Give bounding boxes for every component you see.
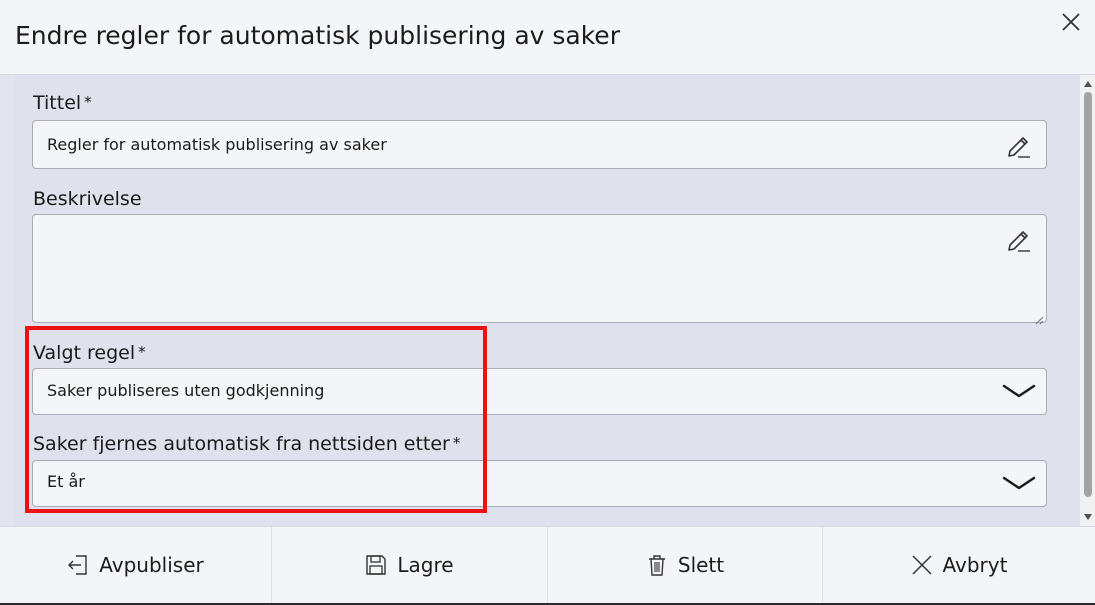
pencil-icon[interactable] xyxy=(1004,130,1034,160)
scrollbar[interactable] xyxy=(1080,75,1095,526)
scroll-up-icon[interactable] xyxy=(1084,81,1092,87)
scroll-down-icon[interactable] xyxy=(1084,514,1092,520)
floppy-disk-icon xyxy=(366,555,387,575)
dialog-footer: Avpubliser Lagre Slett Avbryt xyxy=(0,526,1095,605)
resize-handle[interactable] xyxy=(1034,310,1044,325)
unpublish-label: Avpubliser xyxy=(99,553,204,577)
delete-button[interactable]: Slett xyxy=(548,527,823,603)
trash-icon xyxy=(648,555,665,576)
close-icon[interactable] xyxy=(1058,9,1084,35)
unpublish-button[interactable]: Avpubliser xyxy=(0,527,272,603)
rule-selected-value: Saker publiseres uten godkjenning xyxy=(47,381,325,400)
description-textarea[interactable] xyxy=(32,214,1047,325)
title-input-value: Regler for automatisk publisering av sak… xyxy=(47,135,387,154)
scroll-thumb[interactable] xyxy=(1084,92,1092,497)
rule-select[interactable]: Saker publiseres uten godkjenning xyxy=(32,368,1047,415)
rule-label: Valgt regel * xyxy=(33,341,146,365)
pencil-icon[interactable] xyxy=(1004,224,1034,254)
x-icon xyxy=(911,555,932,575)
removal-label-text: Saker fjernes automatisk fra nettsiden e… xyxy=(33,433,450,455)
title-label-text: Tittel xyxy=(33,92,82,114)
removal-label: Saker fjernes automatisk fra nettsiden e… xyxy=(33,432,460,456)
chevron-down-icon[interactable] xyxy=(1002,381,1036,401)
chevron-down-icon[interactable] xyxy=(1002,473,1036,493)
cancel-label: Avbryt xyxy=(942,553,1008,577)
title-label: Tittel * xyxy=(33,91,92,115)
dialog-header: Endre regler for automatisk publisering … xyxy=(0,0,1095,74)
removal-selected-value: Et år xyxy=(47,472,85,491)
title-input[interactable]: Regler for automatisk publisering av sak… xyxy=(32,120,1047,169)
save-button[interactable]: Lagre xyxy=(272,527,548,603)
dialog-title: Endre regler for automatisk publisering … xyxy=(15,21,620,50)
save-label: Lagre xyxy=(397,553,454,577)
rule-label-text: Valgt regel xyxy=(33,342,136,364)
cancel-button[interactable]: Avbryt xyxy=(823,527,1095,603)
description-label: Beskrivelse xyxy=(33,188,142,210)
required-mark: * xyxy=(138,343,146,361)
required-mark: * xyxy=(452,434,461,452)
required-mark: * xyxy=(84,93,92,111)
logout-icon xyxy=(68,555,87,575)
delete-label: Slett xyxy=(677,553,725,577)
removal-select[interactable]: Et år xyxy=(32,460,1047,507)
